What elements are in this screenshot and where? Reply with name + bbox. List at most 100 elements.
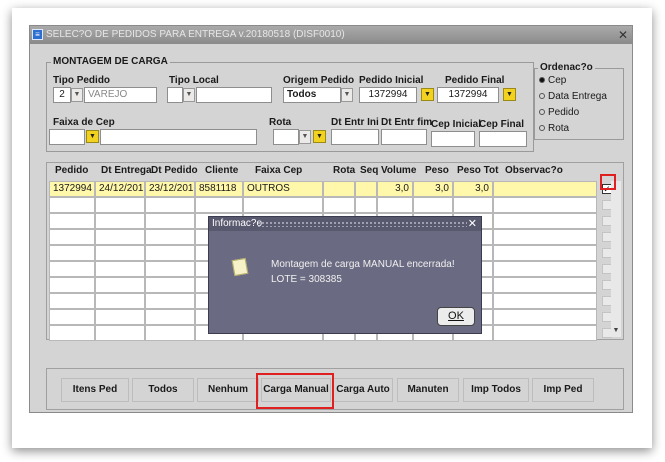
radio-pedido-label: Pedido <box>548 107 580 118</box>
cep-final-input[interactable] <box>479 131 527 147</box>
table-cell-observacao <box>493 229 597 245</box>
col-header-faixa-cep: Faixa Cep <box>255 165 303 176</box>
origem-pedido-dropdown-icon[interactable]: ▼ <box>341 88 353 102</box>
radio-data-entrega-dot <box>539 93 545 99</box>
radio-pedido[interactable]: Pedido <box>539 107 579 118</box>
table-cell-observacao <box>493 309 597 325</box>
tipo-local-dropdown-icon[interactable]: ▼ <box>183 88 195 102</box>
pedido-final-input[interactable]: 1372994 <box>437 87 499 103</box>
ok-button[interactable]: OK <box>437 307 475 326</box>
table-row[interactable]: 1372994 24/12/2019 23/12/2019 8581118 OUTROS… <box>47 181 612 197</box>
col-header-observacao: Observac?o <box>505 165 563 176</box>
rota-input[interactable] <box>273 129 299 145</box>
table-cell-peso-tot: 3,0 <box>453 181 493 197</box>
table-cell-cliente: 8581118 <box>195 181 243 197</box>
tipo-local-label: Tipo Local <box>169 75 219 86</box>
tipo-pedido-dropdown-icon[interactable]: ▼ <box>71 88 83 102</box>
scroll-down-arrow-icon[interactable]: ▼ <box>611 327 621 337</box>
table-cell-faixa-cep <box>243 197 323 213</box>
table-cell-pedido <box>49 197 95 213</box>
window-title: SELEC?O DE PEDIDOS PARA ENTREGA v.201805… <box>46 29 345 40</box>
table-cell-pedido: 1372994 <box>49 181 95 197</box>
table-cell-rota <box>323 181 355 197</box>
dialog-close-icon[interactable]: ✕ <box>468 217 477 231</box>
pedido-inicial-lookup-icon[interactable]: ▼ <box>421 88 434 101</box>
carga-manual-highlight <box>256 373 334 409</box>
col-header-dt-entrega: Dt Entrega <box>101 165 152 176</box>
radio-rota-label: Rota <box>548 123 570 134</box>
table-cell-rota <box>323 197 355 213</box>
radio-rota[interactable]: Rota <box>539 123 569 134</box>
cep-final-label: Cep Final <box>479 119 525 130</box>
dt-entr-ini-label: Dt Entr Ini <box>331 117 379 128</box>
dialog-title-bar: Informac?o ✕ <box>209 217 481 231</box>
todos-button[interactable]: Todos <box>132 378 194 402</box>
origem-pedido-select[interactable]: Todos <box>283 87 341 103</box>
faixa-cep-code[interactable] <box>49 129 85 145</box>
tipo-pedido-label: Tipo Pedido <box>53 75 111 86</box>
tipo-local-code[interactable] <box>167 87 183 103</box>
pedido-final-label: Pedido Final <box>445 75 505 86</box>
table-cell-dt-pedido <box>145 245 195 261</box>
radio-cep[interactable]: Cep <box>539 75 566 86</box>
montagem-legend: MONTAGEM DE CARGA <box>51 56 170 67</box>
table-cell-pedido <box>49 261 95 277</box>
tipo-pedido-code[interactable]: 2 <box>53 87 71 103</box>
radio-data-entrega-label: Data Entrega <box>548 91 607 102</box>
table-cell-dt-entrega <box>95 325 145 341</box>
table-cell-pedido <box>49 325 95 341</box>
col-header-peso: Peso <box>425 165 449 176</box>
table-cell-dt-entrega <box>95 197 145 213</box>
radio-data-entrega[interactable]: Data Entrega <box>539 91 607 102</box>
table-cell-dt-entrega <box>95 277 145 293</box>
table-cell-peso: 3,0 <box>413 181 453 197</box>
col-header-rota: Rota <box>333 165 356 176</box>
dt-entr-ini-input[interactable] <box>331 129 379 145</box>
table-cell-dt-entrega <box>95 293 145 309</box>
table-cell-volume <box>377 197 413 213</box>
dt-entr-fim-label: Dt Entr fim <box>381 117 433 128</box>
table-cell-pedido <box>49 309 95 325</box>
dt-entr-fim-input[interactable] <box>381 129 427 145</box>
table-cell-pedido <box>49 245 95 261</box>
montagem-group: MONTAGEM DE CARGA Tipo Pedido 2 ▼ VAREJO… <box>46 56 534 152</box>
table-cell-cliente <box>195 197 243 213</box>
table-cell-dt-pedido <box>145 261 195 277</box>
grid-vertical-scrollbar[interactable]: ▼ <box>611 181 621 337</box>
table-cell-peso-tot <box>453 197 493 213</box>
table-cell-dt-entrega <box>95 261 145 277</box>
title-bar: ≡ SELEC?O DE PEDIDOS PARA ENTREGA v.2018… <box>30 26 632 44</box>
radio-cep-dot <box>539 77 545 83</box>
table-cell-observacao <box>493 325 597 341</box>
itens-ped-button[interactable]: Itens Ped <box>61 378 129 402</box>
close-icon[interactable]: ✕ <box>618 26 628 44</box>
table-cell-dt-pedido <box>145 277 195 293</box>
faixa-cep-lookup-icon[interactable]: ▼ <box>86 130 99 143</box>
pedido-final-lookup-icon[interactable]: ▼ <box>503 88 516 101</box>
ordenacao-legend: Ordenac?o <box>538 62 595 73</box>
rota-lookup-icon[interactable]: ▼ <box>313 130 326 143</box>
col-header-dt-pedido: Dt Pedido <box>151 165 198 176</box>
nenhum-button[interactable]: Nenhum <box>197 378 259 402</box>
radio-pedido-dot <box>539 109 545 115</box>
table-cell-dt-pedido: 23/12/2019 <box>145 181 195 197</box>
table-cell-pedido <box>49 213 95 229</box>
table-row[interactable] <box>47 197 612 213</box>
tipo-local-name <box>196 87 272 103</box>
imp-ped-button[interactable]: Imp Ped <box>532 378 594 402</box>
cep-inicial-input[interactable] <box>431 131 475 147</box>
faixa-cep-desc <box>100 129 257 145</box>
pedido-inicial-input[interactable]: 1372994 <box>359 87 417 103</box>
table-cell-dt-pedido <box>145 309 195 325</box>
rota-dropdown-icon[interactable]: ▼ <box>299 130 311 144</box>
imp-todos-button[interactable]: Imp Todos <box>463 378 529 402</box>
table-cell-pedido <box>49 277 95 293</box>
col-header-cliente: Cliente <box>205 165 239 176</box>
manuten-button[interactable]: Manuten <box>397 378 459 402</box>
dialog-title: Informac?o <box>212 218 263 229</box>
pedido-inicial-label: Pedido Inicial <box>359 75 424 86</box>
checkbox-highlight <box>600 174 616 190</box>
dialog-title-grip <box>257 221 467 227</box>
carga-auto-button[interactable]: Carga Auto <box>333 378 393 402</box>
table-cell-pedido <box>49 229 95 245</box>
